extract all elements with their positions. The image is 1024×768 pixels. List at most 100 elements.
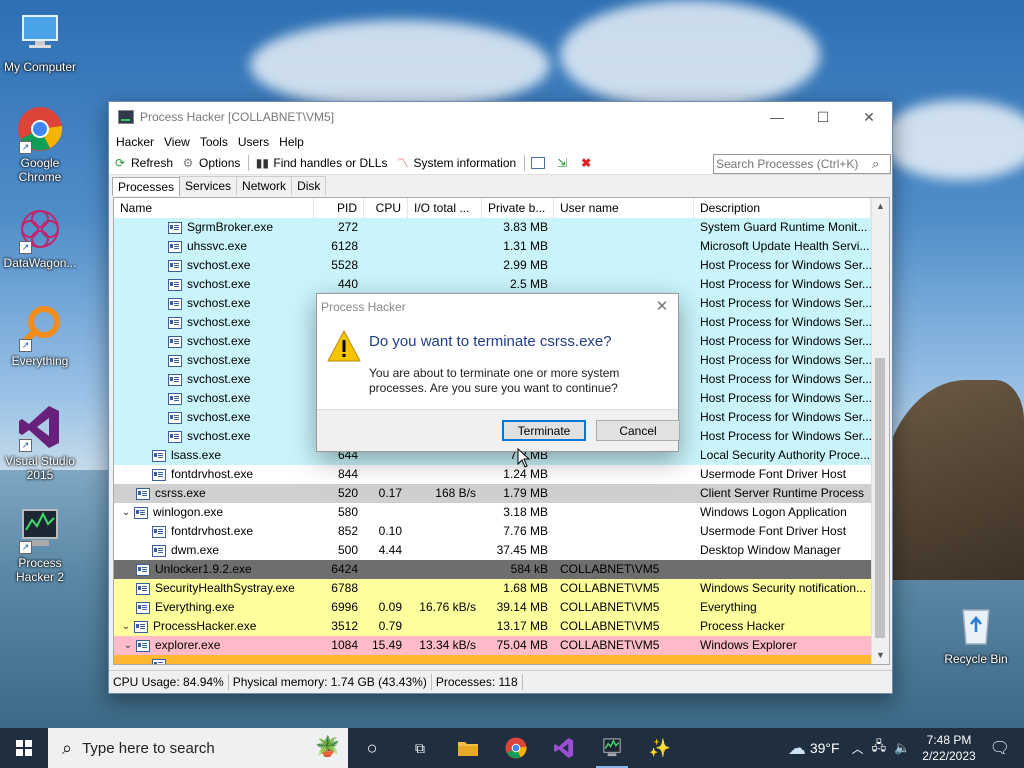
close-button[interactable]: ✕ <box>846 102 892 132</box>
table-row[interactable]: Everything.exe 6996 0.09 16.76 kB/s 39.14 MB… <box>114 598 871 617</box>
desktop-icon-chrome[interactable]: ↗ Google Chrome <box>0 106 80 184</box>
task-view-icon-button[interactable]: ⧉ <box>396 728 444 768</box>
desktop-icon-everything[interactable]: ↗ Everything <box>0 304 80 368</box>
find-handles-button[interactable]: ▮▮ Find handles or DLLs <box>255 156 388 170</box>
desktop-icon-recycle-bin[interactable]: Recycle Bin <box>928 602 1024 666</box>
start-button[interactable] <box>0 728 48 768</box>
menu-hacker[interactable]: Hacker <box>111 135 159 149</box>
taskbar-unlocker[interactable]: ✨ <box>636 728 684 768</box>
table-row[interactable]: ⌄ ProcessHacker.exe 3512 0.79 13.17 MB COLLAB… <box>114 617 871 636</box>
desktop-icon-my-computer[interactable]: My Computer <box>0 10 80 74</box>
maximize-button[interactable]: ☐ <box>800 102 846 132</box>
column-user-name[interactable]: User name <box>554 198 694 218</box>
system-information-button[interactable]: 〽 System information <box>395 156 516 170</box>
process-name-cell: svchost.exe <box>114 351 314 370</box>
table-row[interactable]: Unlocker1.9.2.exe 6424 584 kB COLLABNET\VM5 <box>114 560 871 579</box>
menu-help[interactable]: Help <box>274 135 309 149</box>
vertical-scrollbar[interactable]: ▲ ▼ <box>871 198 889 664</box>
binoculars-icon: ▮▮ <box>255 156 269 170</box>
user-name-cell <box>554 465 694 484</box>
process-icon <box>168 297 182 310</box>
column-pid[interactable]: PID <box>314 198 364 218</box>
description-cell: Desktop Window Manager <box>700 543 841 557</box>
desktop-icon-label: Everything <box>11 354 69 368</box>
desktop-icon-process-hacker[interactable]: ↗ Process Hacker 2 <box>0 506 80 584</box>
find-window-button[interactable]: ⇲ <box>555 156 573 170</box>
process-name-cell: svchost.exe <box>114 427 314 446</box>
menu-view[interactable]: View <box>159 135 195 149</box>
table-row[interactable]: ⌄ winlogon.exe 580 3.18 MB Windows Logon App… <box>114 503 871 522</box>
process-icon <box>152 658 166 664</box>
private-bytes-cell: 3.83 MB <box>503 220 548 234</box>
cancel-button[interactable]: Cancel <box>596 420 680 441</box>
network-icon[interactable]: 🖧 <box>872 737 887 759</box>
table-row[interactable]: fontdrvhost.exe 852 0.10 7.76 MB Usermode Fo… <box>114 522 871 541</box>
options-button[interactable]: ⚙ Options <box>181 156 241 170</box>
column-private-bytes[interactable]: Private b... <box>482 198 554 218</box>
description-cell: Windows Security notification... <box>700 581 867 595</box>
pid-cell: 272 <box>337 220 358 234</box>
taskbar-process-hacker[interactable] <box>588 728 636 768</box>
taskbar-chrome[interactable] <box>492 728 540 768</box>
volume-icon[interactable]: 🔈 <box>894 740 910 756</box>
tab-processes[interactable]: Processes <box>112 177 181 196</box>
weather-cloud-icon[interactable]: ☁ <box>788 738 806 759</box>
description-cell: Host Process for Windows Ser... <box>700 277 871 291</box>
expand-chevron-icon[interactable]: ⌄ <box>120 617 132 636</box>
desktop-icon-label: DataWagon... <box>3 256 77 270</box>
minimize-button[interactable]: ― <box>754 102 800 132</box>
io-total-cell <box>408 256 482 275</box>
search-processes-box[interactable]: ⌕ <box>713 154 891 174</box>
table-row[interactable]: ⌄ explorer.exe 1084 15.49 13.34 kB/s 75.04 MB… <box>114 636 871 655</box>
tab-services[interactable]: Services <box>179 176 238 195</box>
column-io-total[interactable]: I/O total ... <box>408 198 482 218</box>
notification-icon[interactable]: 🗨 <box>990 738 1010 758</box>
dialog-close-icon[interactable]: ✕ <box>654 294 670 320</box>
table-row[interactable]: csrss.exe 520 0.17 168 B/s 1.79 MB Client Ser… <box>114 484 871 503</box>
scroll-up-icon[interactable]: ▲ <box>872 198 889 215</box>
table-row[interactable]: uhssvc.exe 6128 1.31 MB Microsoft Update He… <box>114 237 871 256</box>
desktop-icon-datawagon[interactable]: ↗ DataWagon... <box>0 206 80 270</box>
search-processes-input[interactable] <box>714 157 872 171</box>
column-cpu[interactable]: CPU <box>364 198 408 218</box>
expand-chevron-icon[interactable]: ⌄ <box>122 636 134 655</box>
clock-time: 7:48 PM <box>926 733 972 747</box>
pid-cell: 520 <box>337 486 358 500</box>
menu-users[interactable]: Users <box>233 135 274 149</box>
table-row[interactable]: dwm.exe 500 4.44 37.45 MB Desktop Window Man… <box>114 541 871 560</box>
desktop-icon-visual-studio[interactable]: ↗ Visual Studio 2015 <box>0 404 80 482</box>
toolbar-separator <box>248 155 250 171</box>
taskbar-file-explorer[interactable] <box>444 728 492 768</box>
table-row[interactable] <box>114 655 871 664</box>
menu-tools[interactable]: Tools <box>195 135 233 149</box>
tab-disk[interactable]: Disk <box>291 176 327 195</box>
taskbar-search-box[interactable]: ⌕ Type here to search 🪴 <box>48 728 348 768</box>
table-row[interactable]: svchost.exe 5528 2.99 MB Host Process for W… <box>114 256 871 275</box>
scrollbar-thumb[interactable] <box>875 358 885 638</box>
expand-chevron-icon[interactable]: ⌄ <box>120 503 132 522</box>
process-icon <box>168 430 182 443</box>
window-icon <box>531 157 546 169</box>
clock[interactable]: 7:48 PM 2/22/2023 <box>922 732 975 764</box>
terminate-toolbar-button[interactable]: ✖ <box>579 156 597 170</box>
dialog-title-bar[interactable]: Process Hacker ✕ <box>317 294 678 320</box>
title-bar[interactable]: Process Hacker [COLLABNET\VM5] ― ☐ ✕ <box>109 102 892 132</box>
column-name[interactable]: Name <box>114 198 314 218</box>
chevron-up-icon[interactable]: ︿ <box>852 740 864 757</box>
taskbar-visual-studio[interactable] <box>540 728 588 768</box>
window-button[interactable] <box>531 157 549 169</box>
scroll-down-icon[interactable]: ▼ <box>872 647 889 664</box>
tab-network[interactable]: Network <box>236 176 293 195</box>
table-row[interactable]: fontdrvhost.exe 844 1.24 MB Usermode Font D… <box>114 465 871 484</box>
table-row[interactable]: SecurityHealthSystray.exe 6788 1.68 MB COLL… <box>114 579 871 598</box>
column-description[interactable]: Description <box>694 198 871 218</box>
table-row[interactable]: svchost.exe 440 2.5 MB Host Process for Win… <box>114 275 871 294</box>
dialog-footer: Terminate Cancel <box>317 409 680 451</box>
table-row[interactable]: SgrmBroker.exe 272 3.83 MB System Guard Run… <box>114 218 871 237</box>
terminate-button[interactable]: Terminate <box>502 420 586 441</box>
refresh-button[interactable]: ⟳ Refresh <box>113 156 173 170</box>
description-cell <box>694 655 871 664</box>
weather-temperature[interactable]: 39°F <box>810 740 840 756</box>
task-view-button[interactable]: ○ <box>348 728 396 768</box>
process-name: fontdrvhost.exe <box>171 467 254 481</box>
